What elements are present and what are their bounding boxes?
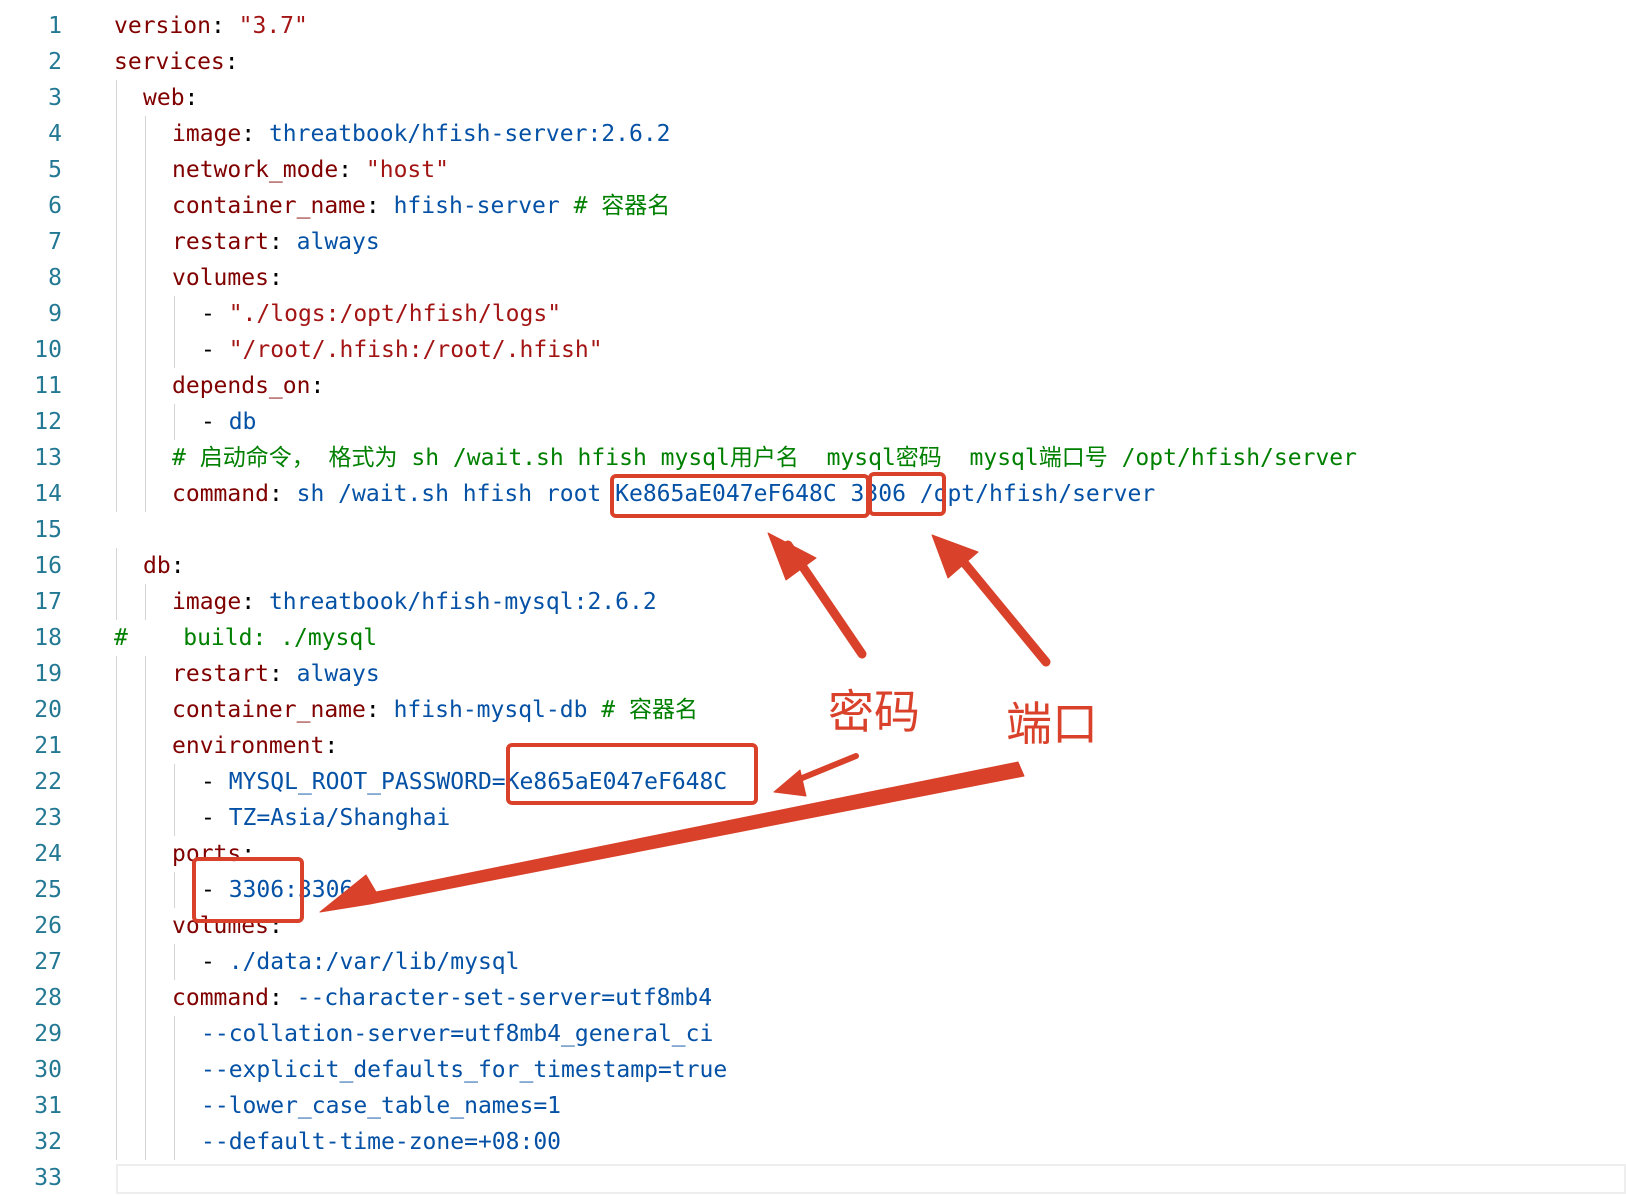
port-arrow [947, 543, 1051, 667]
annotation-arrows [319, 532, 1051, 913]
port-mapping-arrow [319, 761, 1025, 913]
root-password-arrow-head [773, 769, 807, 797]
port-label: 端口 [1006, 697, 1098, 751]
password-label: 密码 [828, 685, 920, 739]
